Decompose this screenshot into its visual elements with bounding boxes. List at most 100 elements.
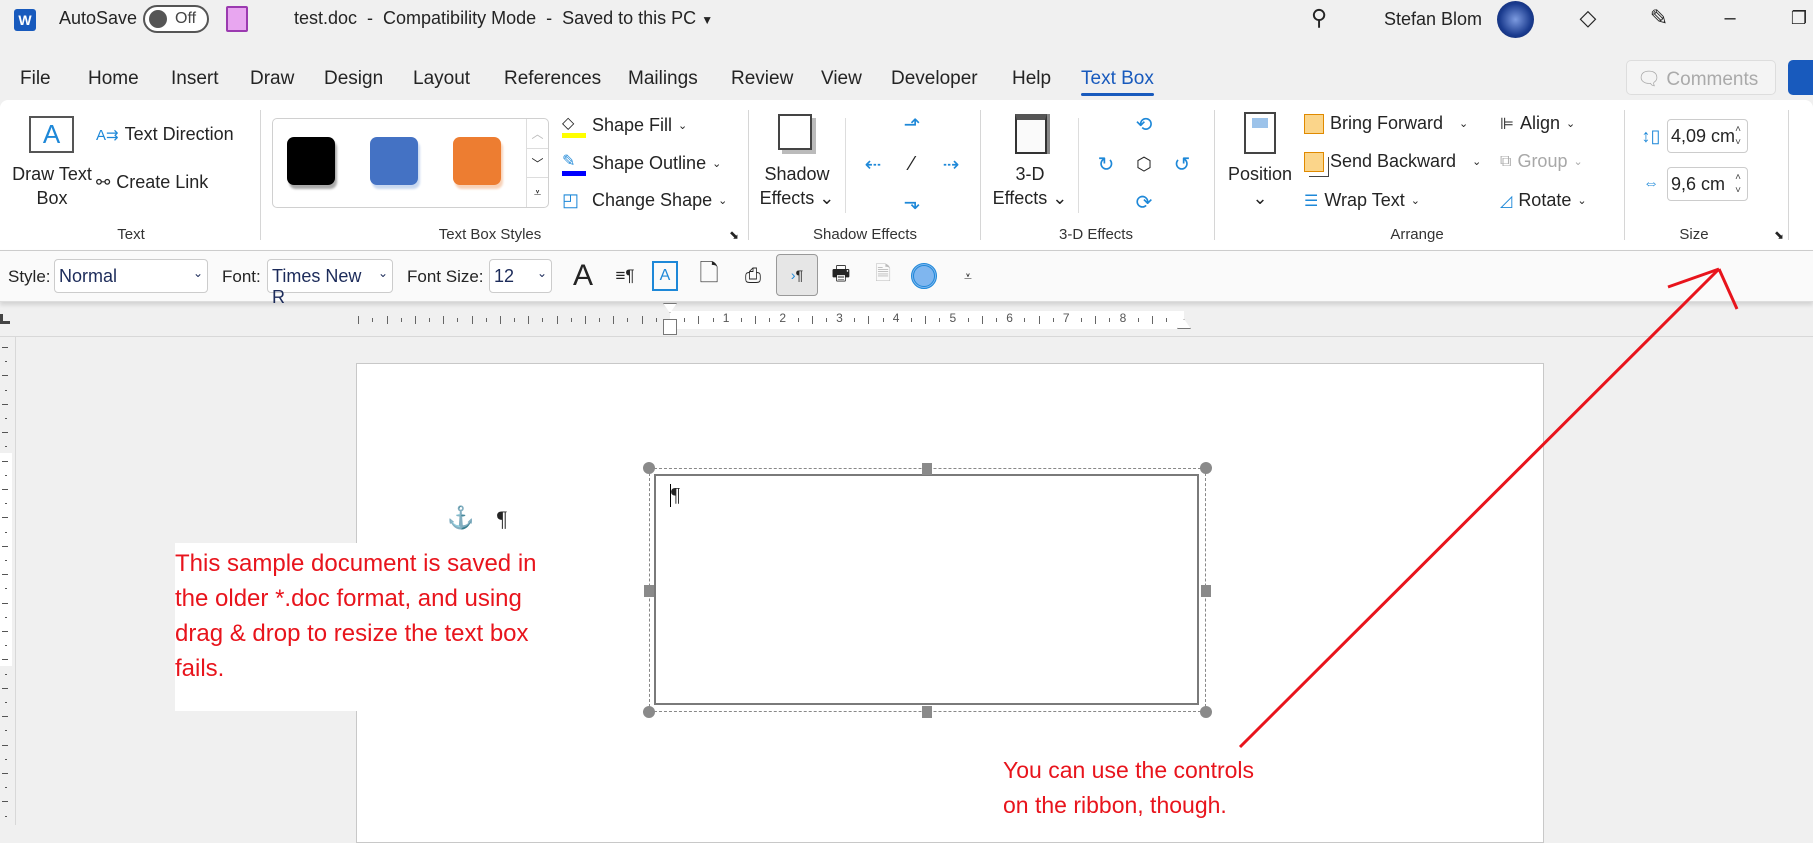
tab-mailings[interactable]: Mailings [628,68,698,90]
nudge-shadow-down-icon[interactable]: ⬎ [898,188,926,216]
3d-on-off-icon[interactable]: ⬡ [1130,150,1158,178]
style-swatch-black[interactable] [287,137,335,185]
align-button[interactable]: ⊫ Align ⌄ [1500,113,1575,134]
shape-fill-button[interactable]: ◇ Shape Fill ⌄ [562,113,687,138]
tab-review[interactable]: Review [731,68,793,90]
tab-selector[interactable] [0,314,10,324]
resize-handle-nw[interactable] [643,462,655,474]
tab-text-box[interactable]: Text Box [1081,68,1154,96]
resize-handle-se[interactable] [1200,706,1212,718]
paint-bucket-icon: ◇ [562,113,586,138]
resize-handle-n[interactable] [922,463,932,475]
3d-effects-button[interactable]: 3-D Effects ⌄ [990,162,1070,210]
group-label-arrange: Arrange [1390,226,1444,243]
page-icon[interactable]: 🗋 [694,259,724,293]
ruler-number: 8 [1119,311,1127,325]
group-button[interactable]: ⧉ Group ⌄ [1500,151,1583,172]
rotate-button[interactable]: ◿ Rotate ⌄ [1500,190,1587,211]
show-formatting-marks-icon[interactable]: › ¶ [776,254,818,296]
bring-forward-label: Bring Forward [1330,113,1444,133]
draw-text-box-button[interactable]: Draw Text Box [12,162,92,210]
customize-toolbar-icon[interactable]: ⩡ [956,259,980,293]
vertical-ruler[interactable] [0,337,16,825]
nudge-shadow-right-icon[interactable]: ⇢ [936,150,966,178]
tilt-right-icon[interactable]: ↺ [1168,150,1196,178]
comments-button[interactable]: 🗨 Comments [1626,60,1776,95]
style-swatch-blue[interactable] [370,137,418,185]
create-link-button[interactable]: ⚯ Create Link [96,172,208,193]
resize-handle-e[interactable] [1201,585,1211,597]
save-icon[interactable] [226,6,248,32]
user-name[interactable]: Stefan Blom [1384,9,1482,30]
gallery-scroll-down[interactable]: ﹀ [526,148,548,177]
text-box[interactable]: ¶ [654,474,1199,705]
horizontal-ruler[interactable]: 1 2 3 4 5 6 7 8 [356,303,1556,335]
search-icon[interactable]: ⚲ [1305,4,1333,32]
tab-developer[interactable]: Developer [891,68,978,90]
dialog-launcher-icon[interactable]: ⬊ [729,228,739,242]
spinner-arrows-icon[interactable]: ˄ ˅ [1735,171,1741,197]
text-direction-button[interactable]: A⇉ Text Direction [96,124,234,145]
print-layout-icon[interactable]: ⎙ [738,259,768,293]
wrap-text-button[interactable]: ☰ Wrap Text ⌄ [1304,190,1420,211]
shape-height-input[interactable]: 4,09 cm ˄ ˅ [1667,119,1748,153]
shape-outline-button[interactable]: ✎ Shape Outline ⌄ [562,151,721,176]
change-shape-button[interactable]: ◰ Change Shape ⌄ [562,190,727,211]
resize-handle-ne[interactable] [1200,462,1212,474]
nudge-shadow-up-icon[interactable]: ⬏ [898,110,926,138]
tab-home[interactable]: Home [88,68,139,90]
tab-insert[interactable]: Insert [171,68,219,90]
style-swatch-orange[interactable] [453,137,501,185]
pen-icon[interactable]: ✎ [1645,4,1673,32]
tab-draw[interactable]: Draw [250,68,294,90]
restore-icon[interactable]: ❐ [1785,4,1813,32]
font-size-select[interactable]: 12 ⌄ [489,259,552,293]
hanging-indent-marker[interactable] [663,319,677,335]
resize-handle-w[interactable] [644,585,654,597]
gallery-scroll-up[interactable]: ︿ [526,119,548,148]
link-document-icon[interactable]: 🗎 [868,259,898,293]
tilt-down-icon[interactable]: ⟳ [1130,188,1158,216]
minimize-icon[interactable]: – [1716,4,1744,32]
tab-help[interactable]: Help [1012,68,1051,90]
shape-width-input[interactable]: 9,6 cm ˄ ˅ [1667,167,1748,201]
change-shape-label: Change Shape [592,190,713,210]
tab-references[interactable]: References [504,68,601,90]
shadow-on-off-icon[interactable]: ⁄ [898,150,926,178]
diamond-icon[interactable]: ◇ [1574,4,1602,32]
shadow-effects-button[interactable]: Shadow Effects ⌄ [756,162,838,210]
tab-view[interactable]: View [821,68,862,90]
ruler-tick [5,588,7,590]
tab-design[interactable]: Design [324,68,383,90]
tilt-up-icon[interactable]: ⟲ [1130,110,1158,138]
share-button[interactable] [1788,60,1813,95]
tab-layout[interactable]: Layout [413,68,470,90]
avatar[interactable] [1497,1,1534,38]
3d-label-line1: 3-D [1015,164,1045,184]
resize-handle-s[interactable] [922,706,932,718]
nudge-shadow-left-icon[interactable]: ⇠ [858,150,888,178]
print-check-icon[interactable]: 🖶 [826,259,856,293]
chevron-down-icon: ⌄ [712,158,722,170]
style-select[interactable]: Normal ⌄ [54,259,208,293]
font-icon[interactable]: A [568,259,598,293]
tab-file[interactable]: File [20,68,51,90]
bring-forward-button[interactable]: Bring Forward ⌄ [1304,113,1468,134]
word-app-icon: W [14,9,36,31]
gallery-more[interactable]: ⩡ [526,177,548,207]
shadow-effects-icon [778,114,812,150]
spinner-arrows-icon[interactable]: ˄ ˅ [1735,123,1741,149]
send-backward-button[interactable]: Send Backward ⌄ [1304,151,1481,172]
send-backward-icon [1304,151,1324,172]
document-title[interactable]: test.doc - Compatibility Mode - Saved to… [294,8,713,29]
resize-handle-sw[interactable] [643,706,655,718]
paragraph-format-icon[interactable]: ≡¶ [610,259,640,293]
text-box-icon[interactable]: A [652,261,678,291]
position-button[interactable]: Position ⌄ [1222,162,1298,210]
ruler-tick [5,389,7,391]
autosave-toggle[interactable]: Off [143,5,209,33]
circle-icon[interactable] [911,263,937,289]
font-select[interactable]: Times New R ⌄ [267,259,393,307]
tilt-left-icon[interactable]: ↻ [1092,150,1120,178]
size-dialog-launcher-icon[interactable]: ⬊ [1774,228,1784,242]
